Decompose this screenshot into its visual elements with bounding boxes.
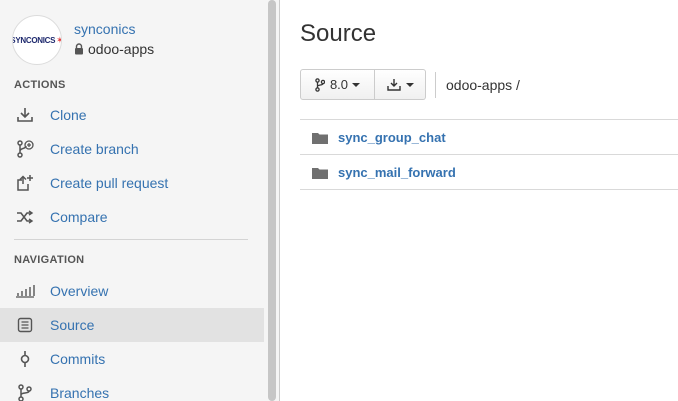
sidebar: SYNCONICS ✶ synconics odoo-apps ACTIONS … (0, 0, 264, 401)
nav-overview-label: Overview (50, 283, 109, 299)
navigation-section-title: NAVIGATION (14, 254, 85, 266)
nav-commits[interactable]: Commits (0, 342, 264, 376)
branch-selector-button[interactable]: 8.0 (300, 69, 375, 100)
breadcrumb-separator (435, 72, 436, 98)
branch-icon (315, 77, 325, 92)
chevron-down-icon (406, 82, 414, 87)
pull-request-icon (14, 174, 36, 192)
nav-branches-label: Branches (50, 385, 110, 401)
nav-source-label: Source (50, 317, 95, 333)
folder-icon (312, 133, 328, 144)
source-toolbar: 8.0 (300, 69, 426, 100)
avatar[interactable]: SYNCONICS ✶ (12, 15, 62, 65)
avatar-spark-icon: ✶ (56, 35, 61, 46)
main-content: Source 8.0 odoo-apps / sync_group_chat s… (281, 0, 678, 401)
branch-selector-label: 8.0 (329, 77, 349, 92)
chevron-down-icon (352, 82, 361, 87)
sidebar-scrollbar[interactable] (268, 0, 276, 401)
branches-icon (14, 384, 36, 401)
file-row[interactable]: sync_group_chat (300, 120, 678, 155)
breadcrumb[interactable]: odoo-apps / (446, 77, 520, 93)
action-compare-label: Compare (50, 209, 108, 225)
compare-icon (14, 208, 36, 226)
file-link[interactable]: sync_mail_forward (338, 165, 456, 180)
action-create-pull-request[interactable]: Create pull request (0, 166, 264, 200)
action-create-pull-request-label: Create pull request (50, 175, 169, 191)
action-create-branch[interactable]: Create branch (0, 132, 264, 166)
repo-name-label: odoo-apps (88, 41, 155, 57)
overview-icon (14, 282, 36, 300)
repo-header: SYNCONICS ✶ synconics odoo-apps (0, 0, 264, 66)
download-icon (387, 78, 401, 91)
repo-name[interactable]: odoo-apps (74, 41, 154, 57)
clone-icon (14, 106, 36, 124)
page-title: Source (300, 20, 377, 47)
file-link[interactable]: sync_group_chat (338, 130, 446, 145)
action-clone[interactable]: Clone (0, 98, 264, 132)
nav-commits-label: Commits (50, 351, 106, 367)
nav-source[interactable]: Source (0, 308, 264, 342)
commits-icon (14, 350, 36, 368)
lock-icon (75, 43, 83, 55)
folder-icon (312, 168, 328, 179)
file-list: sync_group_chat sync_mail_forward (300, 119, 678, 190)
create-branch-icon (14, 140, 36, 158)
file-row[interactable]: sync_mail_forward (300, 155, 678, 190)
source-icon (14, 316, 36, 334)
nav-overview[interactable]: Overview (0, 274, 264, 308)
sidebar-divider (14, 239, 248, 240)
nav-branches[interactable]: Branches (0, 376, 264, 401)
owner-link[interactable]: synconics (74, 21, 135, 37)
download-button[interactable] (375, 69, 426, 100)
action-create-branch-label: Create branch (50, 141, 139, 157)
action-clone-label: Clone (50, 107, 87, 123)
actions-section-title: ACTIONS (14, 79, 66, 91)
action-compare[interactable]: Compare (0, 200, 264, 234)
avatar-logo-text: SYNCONICS (12, 35, 56, 45)
